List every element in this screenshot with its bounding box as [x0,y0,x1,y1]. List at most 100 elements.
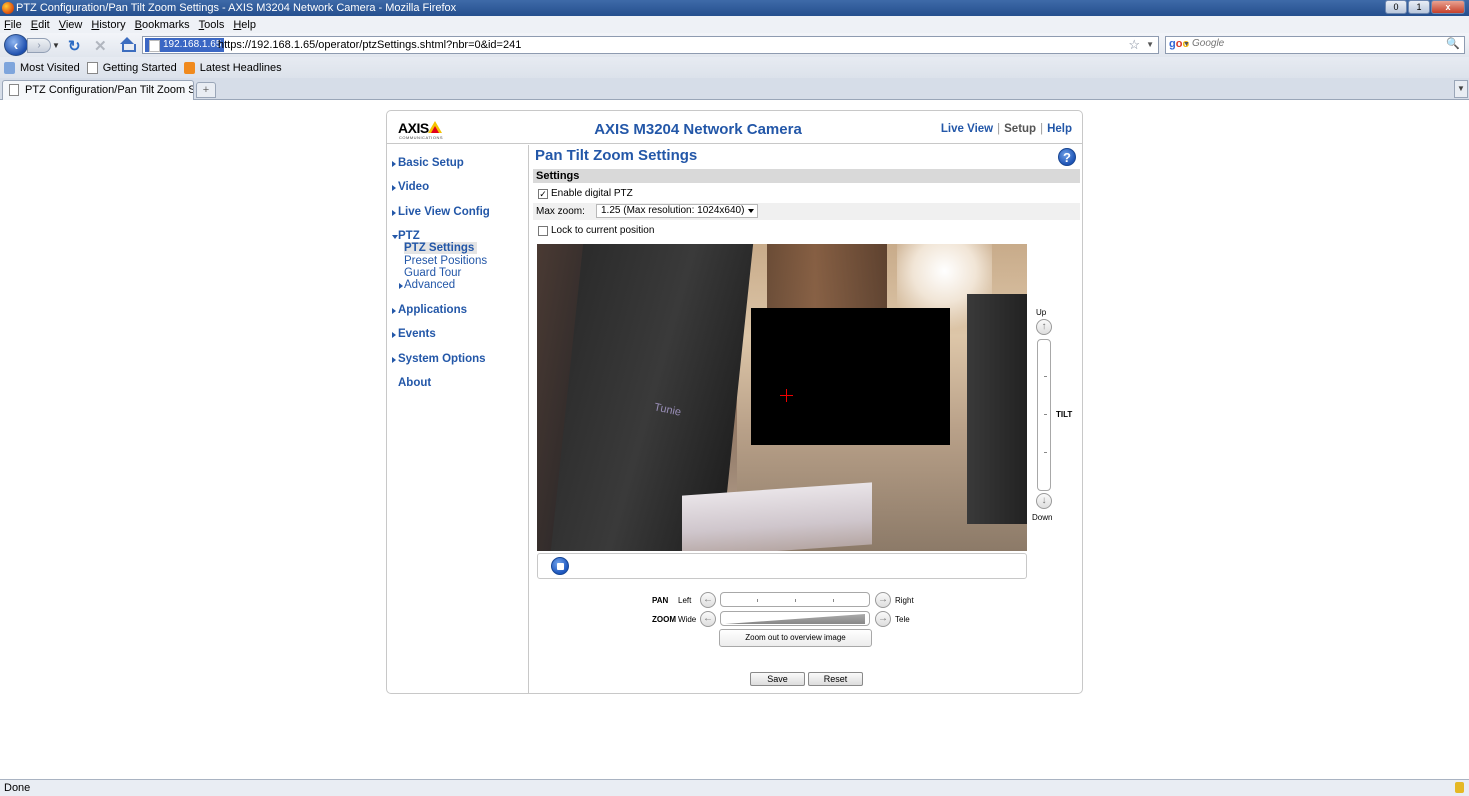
url-input[interactable] [218,38,1118,52]
search-bar[interactable]: goo ▼ 🔍 [1165,36,1465,54]
home-icon[interactable] [119,37,136,52]
sidebar-subitem-guard-tour[interactable]: Guard Tour [404,267,461,279]
tab-ptz-configuration[interactable]: PTZ Configuration/Pan Tilt Zoom Set... [2,80,194,100]
menu-file[interactable]: File [4,19,22,31]
tab-list-dropdown-icon[interactable]: ▼ [1454,80,1468,98]
save-button[interactable]: Save [750,672,805,686]
url-dropdown-icon[interactable]: ▼ [1146,40,1154,49]
zoom-control: ZOOM Wide ← → Tele [530,611,1082,629]
history-dropdown-icon[interactable]: ▼ [52,41,60,50]
zoom-wide-button[interactable]: ← [700,611,716,627]
sidebar-item-applications[interactable]: Applications [392,304,467,316]
bookmark-latest-headlines[interactable]: Latest Headlines [183,61,282,74]
page-title: Pan Tilt Zoom Settings [535,147,698,164]
live-view-link[interactable]: Live View [941,123,993,135]
menu-history[interactable]: History [91,19,125,31]
max-zoom-label: Max zoom: [536,206,585,217]
sidebar-item-ptz[interactable]: PTZ [392,230,420,242]
most-visited-icon [4,61,15,74]
zoom-tele-button[interactable]: → [875,611,891,627]
pan-left-button[interactable]: ← [700,592,716,608]
tab-label: PTZ Configuration/Pan Tilt Zoom Set... [25,84,193,96]
tick [1044,414,1047,415]
menu-tools[interactable]: Tools [199,19,225,31]
tilt-slider[interactable] [1037,339,1051,491]
lock-icon[interactable] [1455,782,1464,793]
sidebar-subitem-advanced[interactable]: Advanced [399,279,455,291]
tilt-down-button[interactable]: ↓ [1036,493,1052,509]
sidebar-item-events[interactable]: Events [392,328,436,340]
sidebar-subitem-ptz-settings[interactable]: PTZ Settings [404,242,478,254]
tilt-up-label: Up [1036,308,1047,317]
new-tab-button[interactable]: + [196,82,216,98]
bookmark-star-icon[interactable]: ☆ [1128,37,1140,53]
menu-bar: File Edit View History Bookmarks Tools H… [0,16,1469,33]
reload-icon[interactable]: ↻ [68,37,81,55]
sidebar-item-system-options[interactable]: System Options [392,353,486,365]
rss-icon [183,61,195,74]
firefox-icon [2,2,14,14]
pan-control: PAN Left ← → Right [530,591,1082,609]
help-link[interactable]: Help [1047,123,1072,135]
top-links: Live View | Setup | Help [941,123,1072,135]
video-control-bar [537,553,1027,579]
enable-digital-ptz-label: Enable digital PTZ [551,188,633,199]
zoom-label: ZOOM [652,615,676,624]
bookmark-most-visited[interactable]: Most Visited [4,61,80,74]
ptz-view-area-overlay[interactable] [751,308,950,445]
forward-button[interactable]: › [27,38,51,53]
pan-right-button[interactable]: → [875,592,891,608]
setup-sidebar: Basic Setup Video Live View Config PTZ P… [387,145,529,694]
url-bar[interactable]: 192.168.1.65 ☆ ▼ [142,36,1159,54]
sidebar-subitem-preset-positions[interactable]: Preset Positions [404,255,487,267]
stop-stream-button[interactable] [551,557,569,575]
bookmarks-toolbar: Most Visited Getting Started Latest Head… [0,57,1469,78]
reset-button[interactable]: Reset [808,672,863,686]
setup-link[interactable]: Setup [1004,123,1036,135]
sidebar-item-video[interactable]: Video [392,181,429,193]
zoom-wedge [725,614,865,624]
product-title: AXIS M3204 Network Camera [594,121,802,138]
menu-bookmarks[interactable]: Bookmarks [135,19,190,31]
max-zoom-row: Max zoom: 1.25 (Max resolution: 1024x640… [533,203,1080,220]
back-button[interactable]: ‹ [4,34,28,56]
live-video-view[interactable]: Tunie [537,244,1027,551]
tilt-control: Up ↑ TILT ↓ Down [1032,308,1076,526]
lock-position-checkbox[interactable] [538,225,548,236]
zoom-wide-label: Wide [678,615,697,624]
maximize-button[interactable]: 1 [1408,0,1430,14]
sidebar-item-live-view-config[interactable]: Live View Config [392,206,490,218]
pan-slider[interactable] [720,592,870,607]
menu-edit[interactable]: Edit [31,19,50,31]
sidebar-item-about[interactable]: About [392,377,431,389]
stop-icon[interactable]: ✕ [94,37,107,55]
zoom-slider[interactable] [720,611,870,626]
bookmark-getting-started[interactable]: Getting Started [86,61,177,74]
separator: | [997,123,1001,135]
zoom-tele-label: Tele [895,615,910,624]
chevron-down-icon [748,209,754,213]
search-icon[interactable]: 🔍 [1446,37,1460,50]
window-title: PTZ Configuration/Pan Tilt Zoom Settings… [16,2,457,14]
menu-view[interactable]: View [59,19,83,31]
menu-help[interactable]: Help [233,19,256,31]
sidebar-item-basic-setup[interactable]: Basic Setup [392,157,464,169]
minimize-button[interactable]: 0 [1385,0,1407,14]
tick [1044,452,1047,453]
site-identity-button[interactable]: 192.168.1.65 [145,38,225,52]
zoom-out-overview-button[interactable]: Zoom out to overview image [719,629,872,647]
bookmark-label: Getting Started [102,61,177,74]
search-input[interactable] [1192,38,1432,49]
help-icon[interactable]: ? [1058,148,1076,166]
navigation-toolbar: ‹ › ▼ ↻ ✕ 192.168.1.65 ☆ ▼ goo ▼ 🔍 [0,33,1469,57]
enable-digital-ptz-row: ✓ Enable digital PTZ [538,188,633,199]
video-papers [682,482,872,551]
close-button[interactable]: x [1431,0,1465,14]
tilt-up-button[interactable]: ↑ [1036,319,1052,335]
engine-dropdown-icon[interactable]: ▼ [1183,41,1190,48]
enable-digital-ptz-checkbox[interactable]: ✓ [538,188,548,199]
window-controls: 0 1 x [1385,0,1465,14]
max-zoom-value: 1.25 (Max resolution: 1024x640) [601,205,745,216]
tab-bar: PTZ Configuration/Pan Tilt Zoom Set... +… [0,78,1469,100]
max-zoom-select[interactable]: 1.25 (Max resolution: 1024x640) [596,204,758,218]
